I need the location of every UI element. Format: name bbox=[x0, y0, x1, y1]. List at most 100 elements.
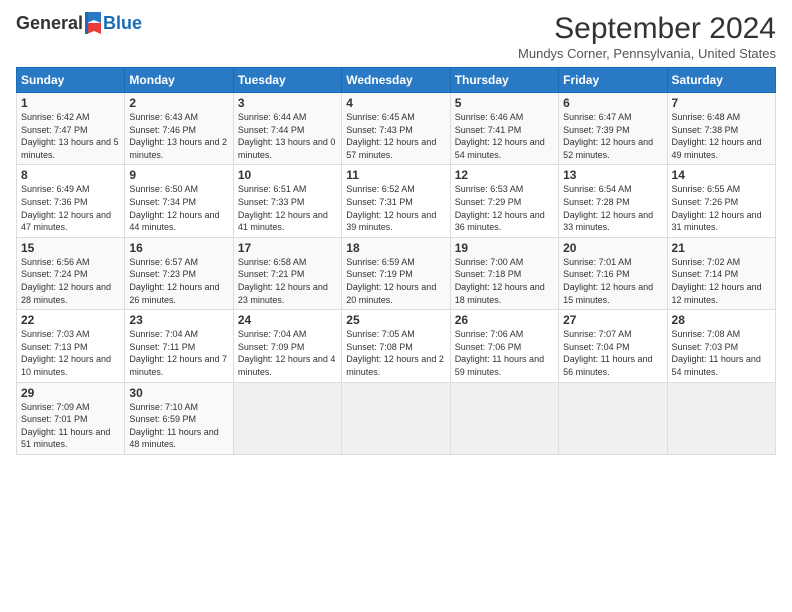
day-info: Sunrise: 6:49 AMSunset: 7:36 PMDaylight:… bbox=[21, 183, 120, 233]
day-number: 3 bbox=[238, 96, 337, 110]
title-area: September 2024 Mundys Corner, Pennsylvan… bbox=[518, 12, 776, 61]
calendar-week-row: 1Sunrise: 6:42 AMSunset: 7:47 PMDaylight… bbox=[17, 93, 776, 165]
table-row: 13Sunrise: 6:54 AMSunset: 7:28 PMDayligh… bbox=[559, 165, 667, 237]
table-row: 23Sunrise: 7:04 AMSunset: 7:11 PMDayligh… bbox=[125, 310, 233, 382]
day-number: 7 bbox=[672, 96, 771, 110]
table-row: 4Sunrise: 6:45 AMSunset: 7:43 PMDaylight… bbox=[342, 93, 450, 165]
day-info: Sunrise: 6:58 AMSunset: 7:21 PMDaylight:… bbox=[238, 256, 337, 306]
header-monday: Monday bbox=[125, 68, 233, 93]
day-number: 11 bbox=[346, 168, 445, 182]
day-number: 9 bbox=[129, 168, 228, 182]
day-info: Sunrise: 7:03 AMSunset: 7:13 PMDaylight:… bbox=[21, 328, 120, 378]
logo-general-text: General bbox=[16, 13, 83, 34]
header-wednesday: Wednesday bbox=[342, 68, 450, 93]
day-info: Sunrise: 6:51 AMSunset: 7:33 PMDaylight:… bbox=[238, 183, 337, 233]
header: General Blue September 2024 Mundys Corne… bbox=[16, 12, 776, 61]
day-info: Sunrise: 7:06 AMSunset: 7:06 PMDaylight:… bbox=[455, 328, 554, 378]
table-row: 5Sunrise: 6:46 AMSunset: 7:41 PMDaylight… bbox=[450, 93, 558, 165]
table-row bbox=[559, 382, 667, 454]
day-number: 5 bbox=[455, 96, 554, 110]
header-sunday: Sunday bbox=[17, 68, 125, 93]
table-row: 6Sunrise: 6:47 AMSunset: 7:39 PMDaylight… bbox=[559, 93, 667, 165]
day-info: Sunrise: 7:04 AMSunset: 7:09 PMDaylight:… bbox=[238, 328, 337, 378]
day-info: Sunrise: 7:07 AMSunset: 7:04 PMDaylight:… bbox=[563, 328, 662, 378]
day-info: Sunrise: 7:09 AMSunset: 7:01 PMDaylight:… bbox=[21, 401, 120, 451]
logo-blue-text: Blue bbox=[103, 13, 142, 34]
day-number: 13 bbox=[563, 168, 662, 182]
day-info: Sunrise: 6:44 AMSunset: 7:44 PMDaylight:… bbox=[238, 111, 337, 161]
day-info: Sunrise: 7:08 AMSunset: 7:03 PMDaylight:… bbox=[672, 328, 771, 378]
day-number: 30 bbox=[129, 386, 228, 400]
day-number: 1 bbox=[21, 96, 120, 110]
table-row: 12Sunrise: 6:53 AMSunset: 7:29 PMDayligh… bbox=[450, 165, 558, 237]
table-row: 3Sunrise: 6:44 AMSunset: 7:44 PMDaylight… bbox=[233, 93, 341, 165]
header-saturday: Saturday bbox=[667, 68, 775, 93]
day-number: 17 bbox=[238, 241, 337, 255]
day-info: Sunrise: 6:54 AMSunset: 7:28 PMDaylight:… bbox=[563, 183, 662, 233]
day-info: Sunrise: 7:04 AMSunset: 7:11 PMDaylight:… bbox=[129, 328, 228, 378]
day-number: 12 bbox=[455, 168, 554, 182]
day-info: Sunrise: 7:10 AMSunset: 6:59 PMDaylight:… bbox=[129, 401, 228, 451]
day-number: 10 bbox=[238, 168, 337, 182]
logo-flag-icon bbox=[85, 12, 103, 34]
header-thursday: Thursday bbox=[450, 68, 558, 93]
day-number: 19 bbox=[455, 241, 554, 255]
day-number: 28 bbox=[672, 313, 771, 327]
table-row: 20Sunrise: 7:01 AMSunset: 7:16 PMDayligh… bbox=[559, 237, 667, 309]
day-info: Sunrise: 6:56 AMSunset: 7:24 PMDaylight:… bbox=[21, 256, 120, 306]
day-number: 6 bbox=[563, 96, 662, 110]
table-row: 21Sunrise: 7:02 AMSunset: 7:14 PMDayligh… bbox=[667, 237, 775, 309]
day-info: Sunrise: 7:00 AMSunset: 7:18 PMDaylight:… bbox=[455, 256, 554, 306]
table-row: 28Sunrise: 7:08 AMSunset: 7:03 PMDayligh… bbox=[667, 310, 775, 382]
day-number: 18 bbox=[346, 241, 445, 255]
day-info: Sunrise: 6:50 AMSunset: 7:34 PMDaylight:… bbox=[129, 183, 228, 233]
table-row: 1Sunrise: 6:42 AMSunset: 7:47 PMDaylight… bbox=[17, 93, 125, 165]
calendar-week-row: 29Sunrise: 7:09 AMSunset: 7:01 PMDayligh… bbox=[17, 382, 776, 454]
day-number: 16 bbox=[129, 241, 228, 255]
table-row: 7Sunrise: 6:48 AMSunset: 7:38 PMDaylight… bbox=[667, 93, 775, 165]
table-row: 16Sunrise: 6:57 AMSunset: 7:23 PMDayligh… bbox=[125, 237, 233, 309]
table-row: 19Sunrise: 7:00 AMSunset: 7:18 PMDayligh… bbox=[450, 237, 558, 309]
day-info: Sunrise: 6:52 AMSunset: 7:31 PMDaylight:… bbox=[346, 183, 445, 233]
calendar-table: Sunday Monday Tuesday Wednesday Thursday… bbox=[16, 67, 776, 455]
table-row: 22Sunrise: 7:03 AMSunset: 7:13 PMDayligh… bbox=[17, 310, 125, 382]
day-info: Sunrise: 7:01 AMSunset: 7:16 PMDaylight:… bbox=[563, 256, 662, 306]
logo: General Blue bbox=[16, 12, 142, 34]
table-row: 17Sunrise: 6:58 AMSunset: 7:21 PMDayligh… bbox=[233, 237, 341, 309]
location: Mundys Corner, Pennsylvania, United Stat… bbox=[518, 46, 776, 61]
day-info: Sunrise: 6:53 AMSunset: 7:29 PMDaylight:… bbox=[455, 183, 554, 233]
day-number: 21 bbox=[672, 241, 771, 255]
page-container: General Blue September 2024 Mundys Corne… bbox=[0, 0, 792, 467]
table-row: 14Sunrise: 6:55 AMSunset: 7:26 PMDayligh… bbox=[667, 165, 775, 237]
table-row: 24Sunrise: 7:04 AMSunset: 7:09 PMDayligh… bbox=[233, 310, 341, 382]
day-number: 4 bbox=[346, 96, 445, 110]
calendar-week-row: 22Sunrise: 7:03 AMSunset: 7:13 PMDayligh… bbox=[17, 310, 776, 382]
table-row: 8Sunrise: 6:49 AMSunset: 7:36 PMDaylight… bbox=[17, 165, 125, 237]
day-number: 26 bbox=[455, 313, 554, 327]
day-info: Sunrise: 6:46 AMSunset: 7:41 PMDaylight:… bbox=[455, 111, 554, 161]
table-row bbox=[342, 382, 450, 454]
day-info: Sunrise: 6:59 AMSunset: 7:19 PMDaylight:… bbox=[346, 256, 445, 306]
day-number: 24 bbox=[238, 313, 337, 327]
day-info: Sunrise: 6:42 AMSunset: 7:47 PMDaylight:… bbox=[21, 111, 120, 161]
table-row: 27Sunrise: 7:07 AMSunset: 7:04 PMDayligh… bbox=[559, 310, 667, 382]
table-row: 26Sunrise: 7:06 AMSunset: 7:06 PMDayligh… bbox=[450, 310, 558, 382]
calendar-week-row: 8Sunrise: 6:49 AMSunset: 7:36 PMDaylight… bbox=[17, 165, 776, 237]
table-row: 2Sunrise: 6:43 AMSunset: 7:46 PMDaylight… bbox=[125, 93, 233, 165]
table-row: 10Sunrise: 6:51 AMSunset: 7:33 PMDayligh… bbox=[233, 165, 341, 237]
day-number: 29 bbox=[21, 386, 120, 400]
day-number: 8 bbox=[21, 168, 120, 182]
calendar-header-row: Sunday Monday Tuesday Wednesday Thursday… bbox=[17, 68, 776, 93]
day-number: 14 bbox=[672, 168, 771, 182]
day-info: Sunrise: 6:57 AMSunset: 7:23 PMDaylight:… bbox=[129, 256, 228, 306]
day-number: 27 bbox=[563, 313, 662, 327]
table-row bbox=[450, 382, 558, 454]
day-number: 23 bbox=[129, 313, 228, 327]
day-number: 2 bbox=[129, 96, 228, 110]
day-info: Sunrise: 7:02 AMSunset: 7:14 PMDaylight:… bbox=[672, 256, 771, 306]
day-info: Sunrise: 6:48 AMSunset: 7:38 PMDaylight:… bbox=[672, 111, 771, 161]
day-info: Sunrise: 6:47 AMSunset: 7:39 PMDaylight:… bbox=[563, 111, 662, 161]
table-row: 30Sunrise: 7:10 AMSunset: 6:59 PMDayligh… bbox=[125, 382, 233, 454]
day-info: Sunrise: 6:55 AMSunset: 7:26 PMDaylight:… bbox=[672, 183, 771, 233]
month-title: September 2024 bbox=[518, 12, 776, 46]
